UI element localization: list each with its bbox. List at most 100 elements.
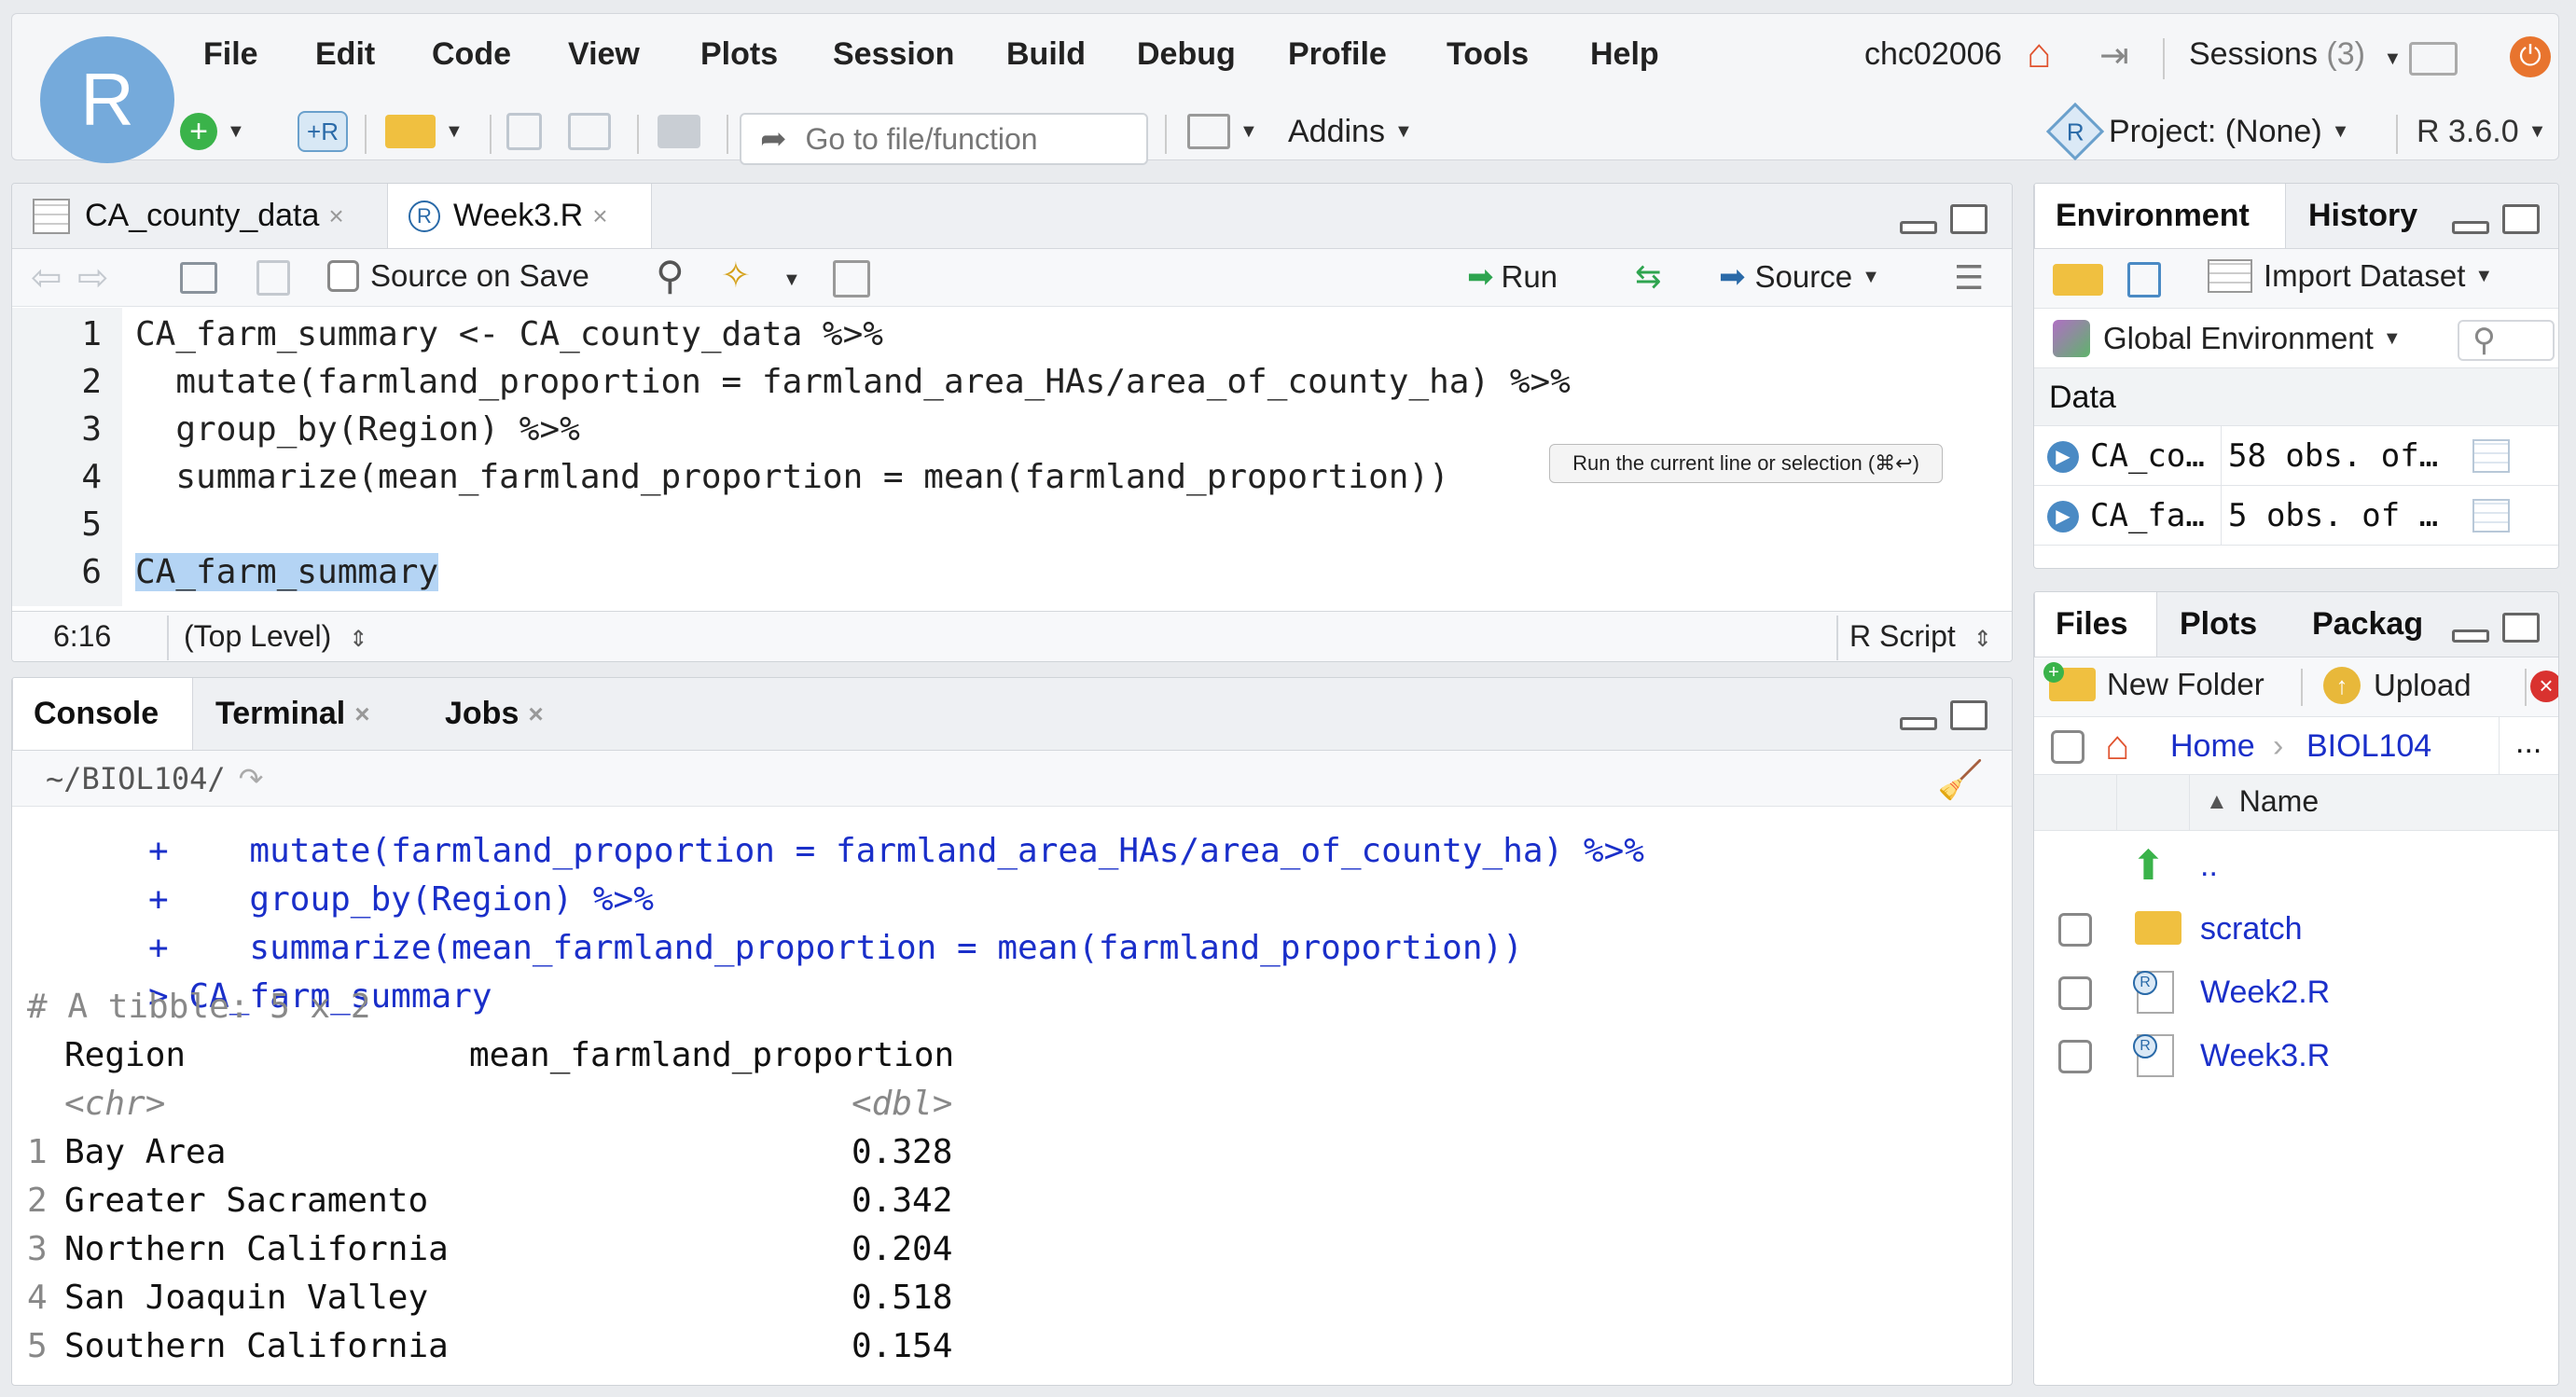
home-icon[interactable]: ⌂ bbox=[2105, 723, 2130, 769]
tab-console[interactable]: Console bbox=[12, 678, 193, 750]
delete-icon[interactable]: × bbox=[2530, 671, 2558, 702]
breadcrumb-home[interactable]: Home bbox=[2170, 728, 2255, 765]
file-row[interactable]: scratch bbox=[2034, 898, 2558, 961]
save-button[interactable] bbox=[506, 107, 542, 156]
home-icon[interactable]: ⌂ bbox=[2027, 31, 2052, 77]
save-all-button[interactable] bbox=[568, 107, 611, 156]
print-button[interactable] bbox=[658, 107, 700, 156]
upload-button[interactable]: ↑ Upload bbox=[2323, 667, 2472, 704]
new-project-button[interactable]: +R bbox=[298, 107, 348, 156]
menu-debug[interactable]: Debug bbox=[1137, 36, 1236, 73]
tab-plots[interactable]: Plots bbox=[2159, 592, 2290, 657]
menu-edit[interactable]: Edit bbox=[315, 36, 375, 73]
file-checkbox[interactable] bbox=[2058, 976, 2092, 1010]
close-icon[interactable]: × bbox=[592, 201, 607, 231]
power-icon[interactable]: ⏻ bbox=[2510, 36, 2551, 77]
show-in-window-icon[interactable] bbox=[180, 262, 217, 294]
new-session-icon[interactable] bbox=[2409, 42, 2458, 76]
new-file-button[interactable]: + ▼ bbox=[180, 107, 245, 156]
menu-file[interactable]: File bbox=[203, 36, 258, 73]
menu-session[interactable]: Session bbox=[833, 36, 954, 73]
save-icon[interactable] bbox=[256, 260, 290, 296]
r-version-menu[interactable]: R 3.6.0 ▼ bbox=[2417, 107, 2546, 156]
maximize-icon[interactable] bbox=[1950, 700, 1987, 730]
file-name[interactable]: Week3.R bbox=[2200, 1038, 2330, 1074]
environment-item[interactable]: ▶ CA_fa… 5 obs. of … bbox=[2034, 486, 2558, 546]
back-icon[interactable]: ⇦ bbox=[31, 256, 62, 299]
file-row[interactable]: R Week3.R bbox=[2034, 1025, 2558, 1088]
menu-build[interactable]: Build bbox=[1006, 36, 1086, 73]
menu-help[interactable]: Help bbox=[1590, 36, 1659, 73]
save-icon[interactable] bbox=[2127, 262, 2161, 297]
environment-item[interactable]: ▶ CA_co… 58 obs. of… bbox=[2034, 426, 2558, 486]
maximize-icon[interactable] bbox=[1950, 204, 1987, 234]
compile-report-icon[interactable] bbox=[833, 260, 870, 297]
tab-files[interactable]: Files bbox=[2034, 592, 2157, 657]
view-data-icon[interactable] bbox=[2472, 499, 2510, 533]
expand-icon[interactable]: ▶ bbox=[2047, 441, 2079, 473]
close-icon[interactable]: × bbox=[328, 201, 343, 231]
global-environment-selector[interactable]: Global Environment ▼ bbox=[2053, 320, 2402, 357]
project-menu[interactable]: R Project: (None) ▼ bbox=[2045, 102, 2349, 161]
tab-history[interactable]: History bbox=[2288, 184, 2437, 248]
file-name[interactable]: scratch bbox=[2200, 911, 2303, 947]
parent-directory-link[interactable]: .. bbox=[2200, 848, 2218, 884]
file-type-selector[interactable]: R Script ⇕ bbox=[1849, 619, 1992, 654]
source-button[interactable]: ➡ Source ▼ bbox=[1719, 258, 1880, 296]
chevron-down-icon[interactable]: ▼ bbox=[782, 270, 801, 291]
source-on-save-checkbox[interactable]: Source on Save bbox=[327, 258, 589, 294]
view-data-icon[interactable] bbox=[2472, 439, 2510, 473]
open-file-button[interactable]: ▼ bbox=[385, 107, 464, 156]
tab-jobs[interactable]: Jobs × bbox=[424, 678, 585, 750]
scope-selector[interactable]: (Top Level) ⇕ bbox=[184, 619, 367, 654]
select-all-checkbox[interactable] bbox=[2051, 730, 2084, 764]
close-icon[interactable]: × bbox=[354, 699, 369, 729]
tab-ca-county-data[interactable]: CA_county_data × bbox=[12, 184, 385, 248]
goto-file-input[interactable]: ➦ Go to file/function bbox=[740, 113, 1148, 165]
close-icon[interactable]: × bbox=[528, 699, 543, 729]
expand-icon[interactable]: ▶ bbox=[2047, 501, 2079, 533]
new-folder-button[interactable]: + New Folder bbox=[2043, 662, 2264, 702]
menu-view[interactable]: View bbox=[568, 36, 640, 73]
menu-tools[interactable]: Tools bbox=[1447, 36, 1529, 73]
minimize-icon[interactable] bbox=[1900, 717, 1937, 730]
code-editor[interactable]: 1 2 3 4 5 6 CA_farm_summary <- CA_county… bbox=[12, 308, 2012, 606]
addins-button[interactable]: Addins ▼ bbox=[1288, 107, 1413, 156]
tab-week3-r[interactable]: R Week3.R × bbox=[387, 184, 652, 248]
magic-wand-icon[interactable]: ✧ bbox=[721, 255, 751, 297]
clear-console-icon[interactable]: 🧹 bbox=[1937, 758, 1984, 802]
name-column-header[interactable]: ▲ Name bbox=[2206, 784, 2319, 819]
more-options-button[interactable]: ... bbox=[2515, 725, 2541, 761]
menu-profile[interactable]: Profile bbox=[1288, 36, 1387, 73]
run-button[interactable]: ➡ Run bbox=[1467, 258, 1558, 296]
import-dataset-button[interactable]: Import Dataset ▼ bbox=[2208, 258, 2493, 294]
outline-icon[interactable]: ☰ bbox=[1954, 258, 1984, 297]
file-checkbox[interactable] bbox=[2058, 1040, 2092, 1073]
breadcrumb-biol104[interactable]: BIOL104 bbox=[2306, 728, 2431, 765]
checkbox[interactable] bbox=[327, 260, 359, 292]
go-to-directory-icon[interactable]: ↷ bbox=[239, 761, 264, 796]
search-icon[interactable]: ⚲ bbox=[656, 253, 685, 298]
tab-environment[interactable]: Environment bbox=[2034, 184, 2286, 248]
environment-search-input[interactable]: ⚲ bbox=[2458, 320, 2555, 361]
file-row[interactable]: R Week2.R bbox=[2034, 961, 2558, 1025]
tab-terminal[interactable]: Terminal × bbox=[195, 678, 422, 750]
rerun-icon[interactable]: ⇆ bbox=[1635, 258, 1662, 296]
load-workspace-icon[interactable] bbox=[2053, 264, 2103, 296]
file-checkbox[interactable] bbox=[2058, 913, 2092, 947]
maximize-icon[interactable] bbox=[2502, 204, 2540, 234]
minimize-icon[interactable] bbox=[2452, 221, 2489, 234]
logout-icon[interactable]: ⇥ bbox=[2099, 35, 2129, 76]
console-output[interactable]: + mutate(farmland_proportion = farmland_… bbox=[12, 809, 2012, 1385]
sessions-menu[interactable]: Sessions (3) ▼ bbox=[2189, 36, 2402, 73]
menu-plots[interactable]: Plots bbox=[700, 36, 778, 73]
pane-layout-button[interactable]: ▼ bbox=[1187, 107, 1258, 156]
maximize-icon[interactable] bbox=[2502, 613, 2540, 643]
forward-icon[interactable]: ⇨ bbox=[77, 256, 109, 299]
minimize-icon[interactable] bbox=[2452, 629, 2489, 643]
file-row-parent[interactable]: ⬆ .. bbox=[2034, 835, 2558, 896]
menu-code[interactable]: Code bbox=[432, 36, 511, 73]
file-name[interactable]: Week2.R bbox=[2200, 975, 2330, 1011]
tab-packages[interactable]: Packag bbox=[2292, 592, 2441, 657]
minimize-icon[interactable] bbox=[1900, 221, 1937, 234]
